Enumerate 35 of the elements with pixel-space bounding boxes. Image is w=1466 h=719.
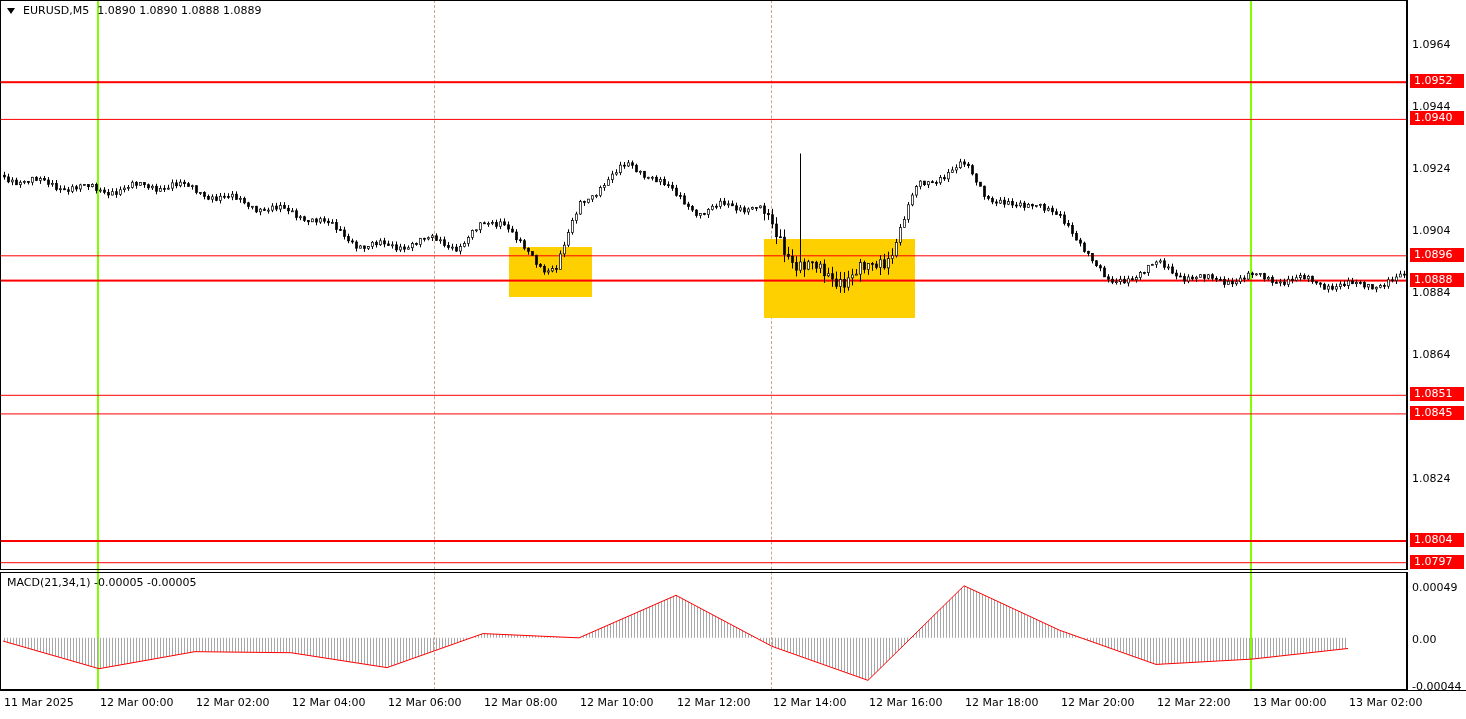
time-label: 12 Mar 10:00 bbox=[580, 696, 654, 709]
price-tick-label: 1.0824 bbox=[1412, 471, 1451, 485]
time-label: 12 Mar 06:00 bbox=[388, 696, 462, 709]
macd-tick-label: 0.00049 bbox=[1412, 580, 1458, 594]
price-level-label: 1.0896 bbox=[1410, 247, 1464, 262]
time-label: 12 Mar 16:00 bbox=[869, 696, 943, 709]
time-label: 12 Mar 14:00 bbox=[773, 696, 847, 709]
time-label: 12 Mar 04:00 bbox=[292, 696, 366, 709]
dropdown-arrow-icon[interactable] bbox=[7, 7, 15, 14]
time-label: 12 Mar 22:00 bbox=[1157, 696, 1231, 709]
time-label: 13 Mar 00:00 bbox=[1253, 696, 1327, 709]
price-level-label: 1.0940 bbox=[1410, 111, 1464, 126]
price-tick-label: 1.0944 bbox=[1412, 99, 1451, 113]
time-label: 12 Mar 18:00 bbox=[965, 696, 1039, 709]
time-label: 13 Mar 02:00 bbox=[1349, 696, 1423, 709]
symbol-label: EURUSD,M5 bbox=[23, 4, 90, 17]
price-tick-label: 1.0864 bbox=[1412, 347, 1451, 361]
price-tick-label: 1.0924 bbox=[1412, 161, 1451, 175]
price-tick-label: 1.0964 bbox=[1412, 37, 1451, 51]
price-tick-label: 1.0884 bbox=[1412, 285, 1451, 299]
time-label: 12 Mar 00:00 bbox=[100, 696, 174, 709]
price-tick-label: 1.0904 bbox=[1412, 223, 1451, 237]
price-level-label: 1.0888 bbox=[1410, 272, 1464, 287]
price-level-label: 1.0797 bbox=[1410, 554, 1464, 569]
time-label: 12 Mar 12:00 bbox=[677, 696, 751, 709]
price-level-label: 1.0851 bbox=[1410, 387, 1464, 402]
price-level-label: 1.0804 bbox=[1410, 533, 1464, 547]
time-label: 12 Mar 02:00 bbox=[196, 696, 270, 709]
time-label: 11 Mar 2025 bbox=[4, 696, 74, 709]
macd-tick-label: 0.00 bbox=[1412, 632, 1437, 646]
time-label: 12 Mar 08:00 bbox=[484, 696, 558, 709]
price-level-label: 1.0845 bbox=[1410, 405, 1464, 420]
time-label: 12 Mar 20:00 bbox=[1061, 696, 1135, 709]
price-level-label: 1.0952 bbox=[1410, 74, 1464, 89]
macd-tick-label: -0.00044 bbox=[1412, 679, 1462, 693]
